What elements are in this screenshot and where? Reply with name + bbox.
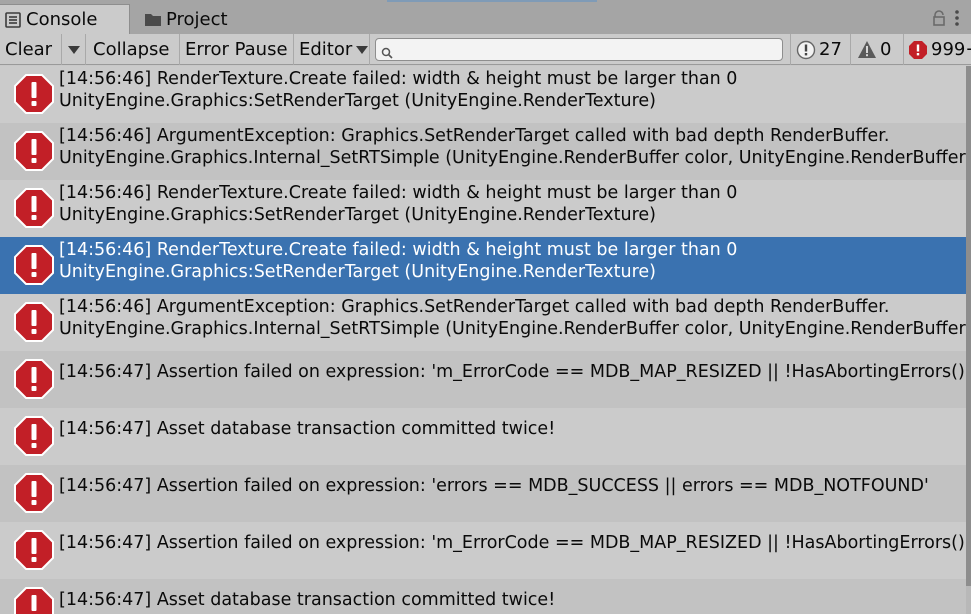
error-icon: [13, 73, 55, 115]
log-stacktrace: UnityEngine.Graphics.Internal_SetRTSimpl…: [59, 148, 966, 168]
folder-icon: [140, 12, 166, 27]
search-icon: [381, 44, 393, 59]
log-message: [14:56:46] ArgumentException: Graphics.S…: [59, 297, 890, 317]
error-icon: [13, 529, 55, 571]
info-icon: [796, 40, 816, 59]
log-entry[interactable]: [14:56:47] Asset database transaction co…: [0, 579, 966, 614]
log-entry[interactable]: [14:56:47] Assertion failed on expressio…: [0, 351, 966, 408]
log-stacktrace: UnityEngine.Graphics.Internal_SetRTSimpl…: [59, 319, 966, 339]
log-entry[interactable]: [14:56:46] RenderTexture.Create failed: …: [0, 180, 966, 237]
info-count: 27: [819, 39, 842, 60]
error-icon: [13, 301, 55, 343]
log-message: [14:56:46] RenderTexture.Create failed: …: [59, 240, 738, 260]
log-scrollbar[interactable]: [966, 66, 971, 614]
error-icon: [13, 187, 55, 229]
log-message: [14:56:46] ArgumentException: Graphics.S…: [59, 126, 890, 146]
error-icon: [909, 40, 927, 59]
tab-bar: Console Project: [0, 0, 971, 34]
log-entry[interactable]: [14:56:46] RenderTexture.Create failed: …: [0, 66, 966, 123]
log-entry[interactable]: [14:56:47] Assertion failed on expressio…: [0, 465, 966, 522]
log-message: [14:56:46] RenderTexture.Create failed: …: [59, 69, 738, 89]
log-entry[interactable]: [14:56:47] Assertion failed on expressio…: [0, 522, 966, 579]
clear-options-dropdown[interactable]: [62, 34, 86, 65]
search-input[interactable]: [398, 40, 778, 59]
error-icon: [13, 415, 55, 457]
log-stacktrace: UnityEngine.Graphics:SetRenderTarget (Un…: [59, 91, 656, 111]
scrollbar-thumb[interactable]: [966, 66, 971, 586]
console-icon: [0, 11, 26, 28]
log-entry[interactable]: [14:56:47] Asset database transaction co…: [0, 408, 966, 465]
tab-bar-accent: [387, 0, 597, 2]
collapse-toggle[interactable]: Collapse: [86, 34, 180, 65]
tab-console-label: Console: [26, 9, 98, 30]
log-stacktrace: UnityEngine.Graphics:SetRenderTarget (Un…: [59, 205, 656, 225]
clear-button[interactable]: Clear: [0, 34, 62, 65]
log-message: [14:56:47] Assertion failed on expressio…: [59, 533, 966, 553]
more-options-icon[interactable]: [953, 9, 961, 27]
editor-dropdown[interactable]: Editor: [294, 34, 370, 65]
warning-icon: [858, 41, 876, 58]
lock-icon[interactable]: [931, 10, 947, 26]
error-pause-toggle[interactable]: Error Pause: [180, 34, 294, 65]
log-message: [14:56:47] Asset database transaction co…: [59, 590, 556, 610]
error-icon: [13, 244, 55, 286]
error-icon: [13, 586, 55, 614]
log-message: [14:56:47] Asset database transaction co…: [59, 419, 556, 439]
error-icon: [13, 130, 55, 172]
tab-console[interactable]: Console: [0, 4, 130, 34]
warning-filter-toggle[interactable]: 0: [850, 34, 903, 65]
search-field[interactable]: [375, 38, 783, 61]
chevron-down-icon: [67, 45, 80, 54]
tab-project-label: Project: [166, 8, 228, 30]
error-count: 999+: [931, 39, 971, 60]
warning-count: 0: [880, 39, 892, 60]
chevron-down-icon: [356, 45, 369, 54]
tab-project[interactable]: Project: [140, 4, 290, 34]
log-entry[interactable]: [14:56:46] ArgumentException: Graphics.S…: [0, 123, 966, 180]
log-message: [14:56:47] Assertion failed on expressio…: [59, 476, 929, 496]
log-message: [14:56:46] RenderTexture.Create failed: …: [59, 183, 738, 203]
log-entry[interactable]: [14:56:46] RenderTexture.Create failed: …: [0, 237, 966, 294]
error-filter-toggle[interactable]: 999+: [903, 34, 971, 65]
error-icon: [13, 472, 55, 514]
info-filter-toggle[interactable]: 27: [790, 34, 850, 65]
log-message: [14:56:47] Assertion failed on expressio…: [59, 362, 966, 382]
log-stacktrace: UnityEngine.Graphics:SetRenderTarget (Un…: [59, 262, 656, 282]
console-toolbar: Clear Collapse Error Pause Editor 27 0 9…: [0, 34, 971, 65]
log-list[interactable]: [14:56:46] RenderTexture.Create failed: …: [0, 66, 966, 614]
editor-dropdown-label: Editor: [299, 39, 353, 60]
log-entry[interactable]: [14:56:46] ArgumentException: Graphics.S…: [0, 294, 966, 351]
error-icon: [13, 358, 55, 400]
